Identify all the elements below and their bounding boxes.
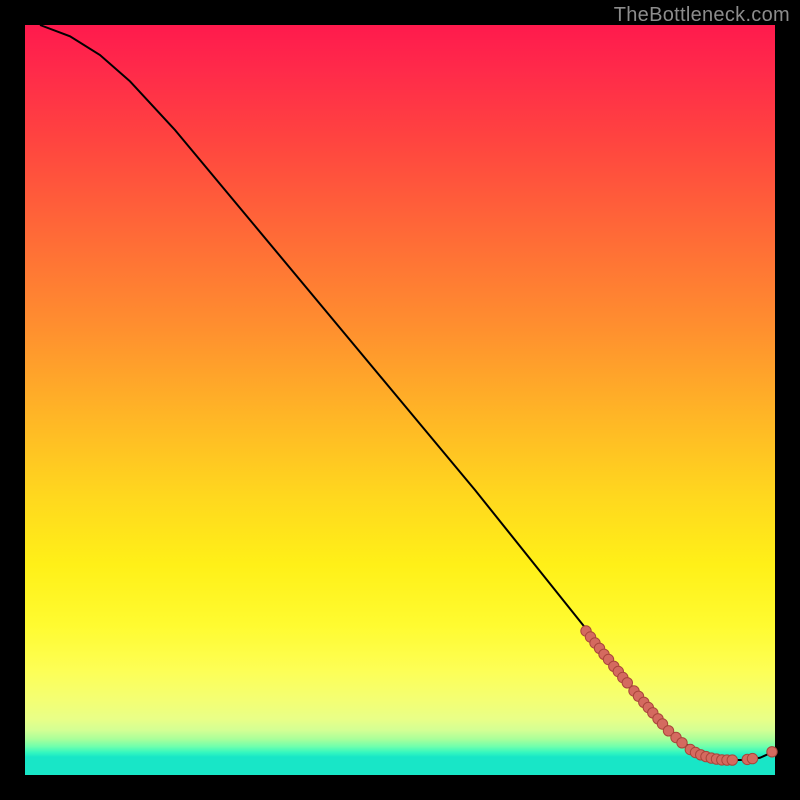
watermark-text: TheBottleneck.com (614, 4, 790, 27)
data-point (727, 755, 737, 765)
chart-points (581, 626, 777, 766)
data-point (747, 753, 757, 763)
chart-curve (40, 25, 775, 760)
plot-area (25, 25, 775, 775)
chart-stage: TheBottleneck.com (0, 0, 800, 800)
data-point (767, 747, 777, 757)
chart-svg (25, 25, 775, 775)
